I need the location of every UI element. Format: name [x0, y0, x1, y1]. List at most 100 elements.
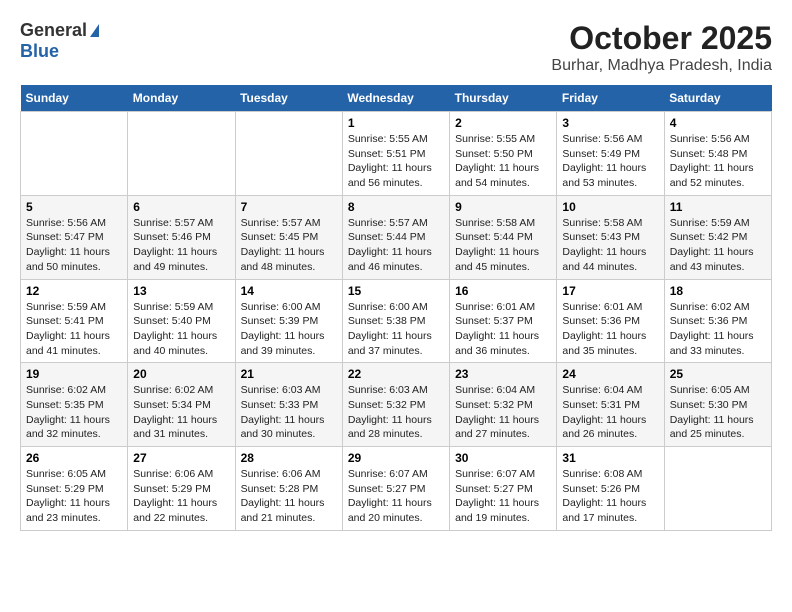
table-row: 2 Sunrise: 5:55 AM Sunset: 5:50 PM Daylig…	[450, 112, 557, 196]
day-number: 14	[241, 284, 337, 298]
table-row: 20 Sunrise: 6:02 AM Sunset: 5:34 PM Dayli…	[128, 363, 235, 447]
logo-blue-text: Blue	[20, 41, 59, 61]
table-row: 30 Sunrise: 6:07 AM Sunset: 5:27 PM Dayli…	[450, 447, 557, 531]
day-info: Sunrise: 5:58 AM Sunset: 5:43 PM Dayligh…	[562, 216, 658, 275]
day-number: 5	[26, 200, 122, 214]
table-row: 29 Sunrise: 6:07 AM Sunset: 5:27 PM Dayli…	[342, 447, 449, 531]
day-number: 17	[562, 284, 658, 298]
table-row: 5 Sunrise: 5:56 AM Sunset: 5:47 PM Daylig…	[21, 195, 128, 279]
day-info: Sunrise: 5:57 AM Sunset: 5:46 PM Dayligh…	[133, 216, 229, 275]
day-number: 29	[348, 451, 444, 465]
header: General Blue October 2025 Burhar, Madhya…	[20, 20, 772, 75]
day-info: Sunrise: 5:55 AM Sunset: 5:51 PM Dayligh…	[348, 132, 444, 191]
day-info: Sunrise: 6:01 AM Sunset: 5:36 PM Dayligh…	[562, 300, 658, 359]
calendar-week-row: 12 Sunrise: 5:59 AM Sunset: 5:41 PM Dayli…	[21, 279, 772, 363]
day-info: Sunrise: 5:59 AM Sunset: 5:42 PM Dayligh…	[670, 216, 766, 275]
day-number: 15	[348, 284, 444, 298]
day-number: 26	[26, 451, 122, 465]
table-row: 15Sunrise: 6:00 AM Sunset: 5:38 PM Dayli…	[342, 279, 449, 363]
day-info: Sunrise: 5:58 AM Sunset: 5:44 PM Dayligh…	[455, 216, 551, 275]
day-number: 30	[455, 451, 551, 465]
day-info: Sunrise: 5:55 AM Sunset: 5:50 PM Dayligh…	[455, 132, 551, 191]
header-tuesday: Tuesday	[235, 85, 342, 112]
day-info: Sunrise: 6:06 AM Sunset: 5:29 PM Dayligh…	[133, 467, 229, 526]
day-info: Sunrise: 6:00 AM Sunset: 5:39 PM Dayligh…	[241, 300, 337, 359]
day-info: Sunrise: 6:02 AM Sunset: 5:35 PM Dayligh…	[26, 383, 122, 442]
day-info: Sunrise: 5:59 AM Sunset: 5:41 PM Dayligh…	[26, 300, 122, 359]
day-info: Sunrise: 5:56 AM Sunset: 5:48 PM Dayligh…	[670, 132, 766, 191]
logo: General Blue	[20, 20, 99, 62]
day-info: Sunrise: 6:04 AM Sunset: 5:31 PM Dayligh…	[562, 383, 658, 442]
table-row: 14 Sunrise: 6:00 AM Sunset: 5:39 PM Dayli…	[235, 279, 342, 363]
day-number: 4	[670, 116, 766, 130]
table-row: 9 Sunrise: 5:58 AM Sunset: 5:44 PM Daylig…	[450, 195, 557, 279]
header-monday: Monday	[128, 85, 235, 112]
day-number: 7	[241, 200, 337, 214]
table-row: 22Sunrise: 6:03 AM Sunset: 5:32 PM Dayli…	[342, 363, 449, 447]
day-number: 21	[241, 367, 337, 381]
day-number: 1	[348, 116, 444, 130]
day-number: 16	[455, 284, 551, 298]
table-row	[128, 112, 235, 196]
day-info: Sunrise: 5:56 AM Sunset: 5:47 PM Dayligh…	[26, 216, 122, 275]
title-area: October 2025 Burhar, Madhya Pradesh, Ind…	[551, 20, 772, 75]
table-row: 6 Sunrise: 5:57 AM Sunset: 5:46 PM Daylig…	[128, 195, 235, 279]
table-row: 28 Sunrise: 6:06 AM Sunset: 5:28 PM Dayli…	[235, 447, 342, 531]
day-number: 8	[348, 200, 444, 214]
header-thursday: Thursday	[450, 85, 557, 112]
day-info: Sunrise: 5:57 AM Sunset: 5:44 PM Dayligh…	[348, 216, 444, 275]
logo-icon	[90, 24, 99, 37]
day-info: Sunrise: 6:07 AM Sunset: 5:27 PM Dayligh…	[455, 467, 551, 526]
header-sunday: Sunday	[21, 85, 128, 112]
calendar-week-row: 1 Sunrise: 5:55 AM Sunset: 5:51 PM Daylig…	[21, 112, 772, 196]
calendar-header-row: Sunday Monday Tuesday Wednesday Thursday…	[21, 85, 772, 112]
calendar-table: Sunday Monday Tuesday Wednesday Thursday…	[20, 85, 772, 531]
table-row: 3Sunrise: 5:56 AM Sunset: 5:49 PM Daylig…	[557, 112, 664, 196]
calendar-week-row: 5 Sunrise: 5:56 AM Sunset: 5:47 PM Daylig…	[21, 195, 772, 279]
day-number: 6	[133, 200, 229, 214]
table-row: 11 Sunrise: 5:59 AM Sunset: 5:42 PM Dayli…	[664, 195, 771, 279]
calendar-week-row: 19Sunrise: 6:02 AM Sunset: 5:35 PM Dayli…	[21, 363, 772, 447]
day-info: Sunrise: 5:57 AM Sunset: 5:45 PM Dayligh…	[241, 216, 337, 275]
day-info: Sunrise: 6:06 AM Sunset: 5:28 PM Dayligh…	[241, 467, 337, 526]
day-number: 31	[562, 451, 658, 465]
day-info: Sunrise: 6:03 AM Sunset: 5:33 PM Dayligh…	[241, 383, 337, 442]
location: Burhar, Madhya Pradesh, India	[551, 57, 772, 75]
day-info: Sunrise: 6:02 AM Sunset: 5:34 PM Dayligh…	[133, 383, 229, 442]
table-row: 19Sunrise: 6:02 AM Sunset: 5:35 PM Dayli…	[21, 363, 128, 447]
day-info: Sunrise: 6:07 AM Sunset: 5:27 PM Dayligh…	[348, 467, 444, 526]
table-row: 8 Sunrise: 5:57 AM Sunset: 5:44 PM Daylig…	[342, 195, 449, 279]
day-number: 3	[562, 116, 658, 130]
day-number: 12	[26, 284, 122, 298]
day-number: 11	[670, 200, 766, 214]
day-number: 20	[133, 367, 229, 381]
table-row: 25Sunrise: 6:05 AM Sunset: 5:30 PM Dayli…	[664, 363, 771, 447]
logo-general-text: General	[20, 20, 87, 41]
day-number: 24	[562, 367, 658, 381]
table-row: 12 Sunrise: 5:59 AM Sunset: 5:41 PM Dayli…	[21, 279, 128, 363]
day-info: Sunrise: 6:08 AM Sunset: 5:26 PM Dayligh…	[562, 467, 658, 526]
table-row	[21, 112, 128, 196]
table-row: 13Sunrise: 5:59 AM Sunset: 5:40 PM Dayli…	[128, 279, 235, 363]
day-number: 27	[133, 451, 229, 465]
header-friday: Friday	[557, 85, 664, 112]
day-info: Sunrise: 6:05 AM Sunset: 5:29 PM Dayligh…	[26, 467, 122, 526]
table-row: 23Sunrise: 6:04 AM Sunset: 5:32 PM Dayli…	[450, 363, 557, 447]
table-row: 10 Sunrise: 5:58 AM Sunset: 5:43 PM Dayli…	[557, 195, 664, 279]
table-row	[235, 112, 342, 196]
header-wednesday: Wednesday	[342, 85, 449, 112]
table-row: 31 Sunrise: 6:08 AM Sunset: 5:26 PM Dayli…	[557, 447, 664, 531]
table-row: 17 Sunrise: 6:01 AM Sunset: 5:36 PM Dayli…	[557, 279, 664, 363]
day-number: 28	[241, 451, 337, 465]
table-row: 16Sunrise: 6:01 AM Sunset: 5:37 PM Dayli…	[450, 279, 557, 363]
day-info: Sunrise: 6:04 AM Sunset: 5:32 PM Dayligh…	[455, 383, 551, 442]
day-info: Sunrise: 5:59 AM Sunset: 5:40 PM Dayligh…	[133, 300, 229, 359]
day-number: 10	[562, 200, 658, 214]
table-row: 26 Sunrise: 6:05 AM Sunset: 5:29 PM Dayli…	[21, 447, 128, 531]
table-row: 24 Sunrise: 6:04 AM Sunset: 5:31 PM Dayli…	[557, 363, 664, 447]
day-number: 9	[455, 200, 551, 214]
table-row: 7 Sunrise: 5:57 AM Sunset: 5:45 PM Daylig…	[235, 195, 342, 279]
table-row	[664, 447, 771, 531]
day-number: 2	[455, 116, 551, 130]
day-info: Sunrise: 6:03 AM Sunset: 5:32 PM Dayligh…	[348, 383, 444, 442]
